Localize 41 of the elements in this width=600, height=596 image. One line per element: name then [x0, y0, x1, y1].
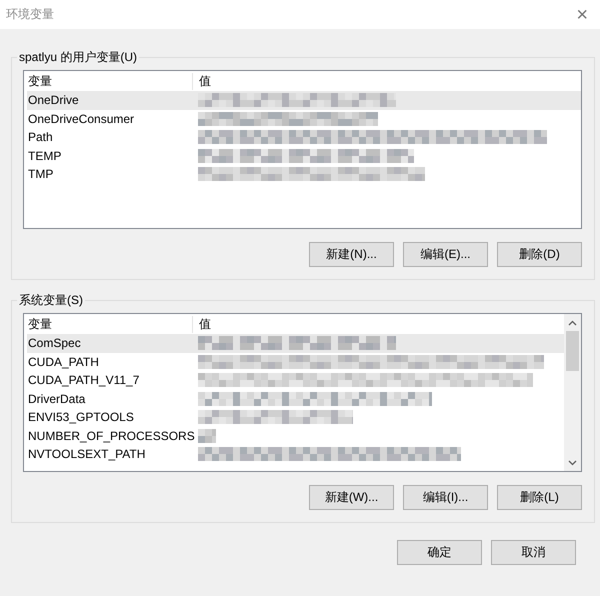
column-header[interactable]: 值 [192, 72, 581, 90]
list-row[interactable]: ComSpec [27, 334, 564, 352]
new-button[interactable]: 新建(N)... [309, 242, 394, 267]
delete-button[interactable]: 删除(D) [497, 242, 582, 267]
variable-name: CUDA_PATH [27, 354, 100, 369]
ok-button[interactable]: 确定 [397, 540, 482, 565]
close-button[interactable]: × [570, 4, 594, 24]
list-row[interactable]: NUMBER_OF_PROCESSORS [27, 426, 564, 445]
list-row[interactable]: Path [27, 128, 581, 146]
variable-name: OneDriveConsumer [27, 112, 136, 126]
variable-name: Path [27, 130, 54, 144]
window-title: 环境变量 [6, 6, 54, 23]
list-row[interactable]: CUDA_PATH_V11_7 [27, 371, 564, 390]
list-row[interactable]: CUDA_PATH [27, 352, 564, 371]
variable-name: TEMP [27, 148, 62, 163]
edit-button[interactable]: 编辑(E)... [403, 242, 488, 267]
group-label: spatlyu 的用户变量(U) [18, 49, 138, 66]
list-row[interactable]: OneDrive [27, 91, 581, 110]
list-row[interactable]: OneDriveConsumer [27, 110, 581, 128]
list-row[interactable]: ENVI53_GPTOOLS [27, 408, 564, 426]
variable-name: NVTOOLSEXT_PATH [27, 447, 146, 462]
variable-name: ENVI53_GPTOOLS [27, 410, 135, 424]
list-row[interactable]: TMP [27, 165, 581, 184]
variable-name: CUDA_PATH_V11_7 [27, 373, 140, 388]
list-row[interactable]: DriverData [27, 390, 564, 408]
delete-button[interactable]: 删除(L) [497, 485, 582, 510]
variable-name: OneDrive [27, 93, 80, 108]
variable-name: ComSpec [27, 336, 82, 350]
group-label: 系统变量(S) [18, 292, 84, 309]
new-button[interactable]: 新建(W)... [309, 485, 394, 510]
column-header[interactable]: 变量 [27, 72, 192, 90]
variable-name: NUMBER_OF_PROCESSORS [27, 428, 192, 443]
edit-button[interactable]: 编辑(I)... [403, 485, 488, 510]
list-row[interactable]: NVTOOLSEXT_PATH [27, 445, 564, 464]
variable-name: DriverData [27, 392, 86, 406]
scrollbar[interactable] [564, 314, 581, 471]
scrollbar-thumb[interactable] [566, 331, 579, 371]
cancel-button[interactable]: 取消 [491, 540, 576, 565]
list-row[interactable]: TEMP [27, 146, 581, 165]
variable-name: TMP [27, 167, 54, 182]
column-header[interactable]: 变量 [27, 316, 192, 332]
